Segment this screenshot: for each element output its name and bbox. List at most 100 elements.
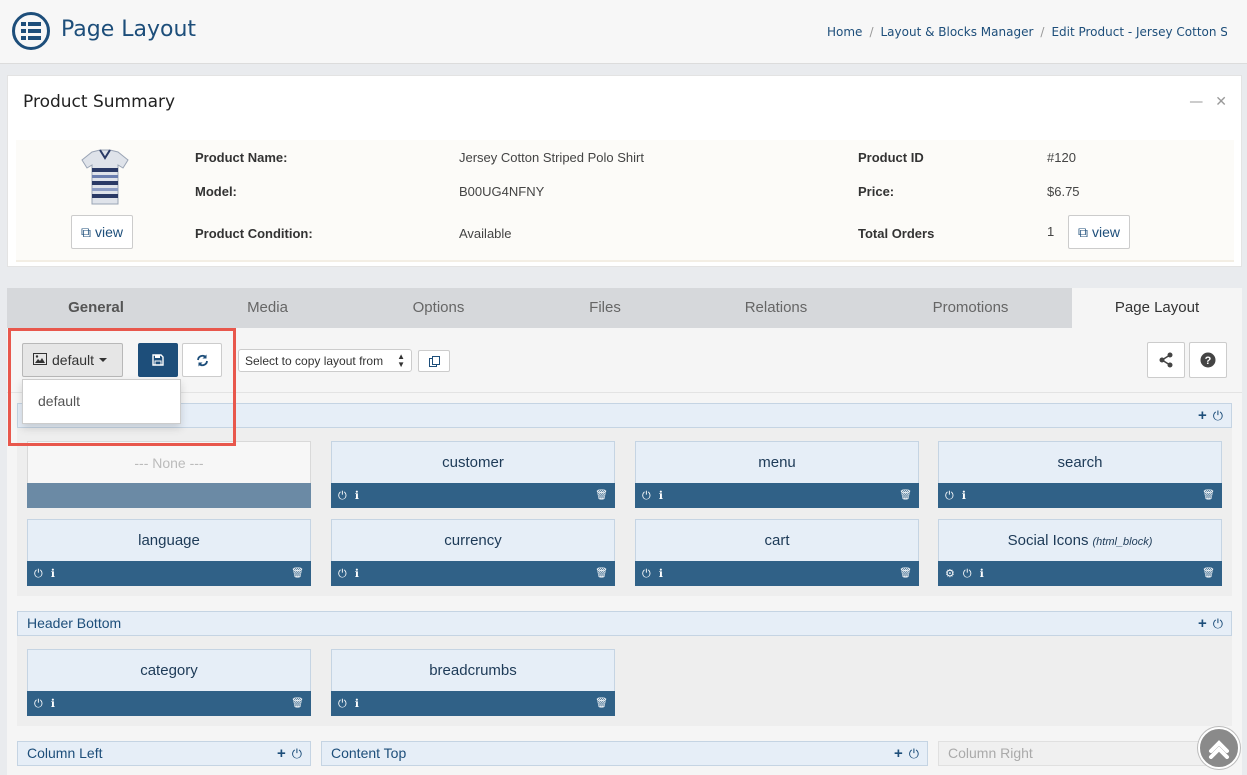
trash-icon[interactable]: 🗑 [595, 490, 608, 501]
price-label: Price: [858, 184, 895, 199]
question-icon: ? [1200, 352, 1216, 368]
view-orders-button[interactable]: ⧉ view [1068, 215, 1131, 249]
total-orders-label: Total Orders [858, 226, 935, 241]
block-none[interactable]: --- None --- [27, 441, 311, 508]
breadcrumb-home[interactable]: Home [827, 25, 862, 39]
list-icon [12, 12, 50, 50]
trash-icon[interactable]: 🗑 [899, 568, 912, 579]
power-icon[interactable]: ⏻ [1213, 612, 1223, 635]
layout-dropdown-value: default [52, 352, 95, 368]
tab-page-layout[interactable]: Page Layout [1072, 288, 1242, 328]
trash-icon[interactable]: 🗑 [899, 490, 912, 501]
power-icon[interactable]: ⏻ [34, 697, 43, 711]
info-icon[interactable]: ℹ [355, 489, 359, 502]
power-icon[interactable]: ⏻ [338, 567, 347, 581]
trash-icon[interactable]: 🗑 [1202, 568, 1215, 579]
tab-options[interactable]: Options [350, 288, 527, 328]
chevron-up-icon [1209, 740, 1229, 759]
scroll-to-top-button[interactable] [1198, 727, 1240, 769]
power-icon[interactable]: ⏻ [963, 567, 972, 581]
trash-icon[interactable]: 🗑 [595, 568, 608, 579]
refresh-button[interactable] [182, 343, 222, 377]
block-category[interactable]: category ⏻ ℹ 🗑 [27, 649, 311, 716]
layout-dropdown-menu: default [22, 379, 181, 424]
section-column-right: Column Right [938, 741, 1232, 766]
product-name-value: Jersey Cotton Striped Polo Shirt [459, 150, 644, 165]
refresh-icon [196, 354, 208, 366]
info-icon[interactable]: ℹ [659, 567, 663, 580]
section-header-top: + ⏻ [17, 403, 1232, 428]
add-block-icon[interactable]: + [1198, 404, 1207, 427]
product-name-label: Product Name: [195, 150, 288, 165]
trash-icon[interactable]: 🗑 [595, 698, 608, 709]
layout-option-default[interactable]: default [38, 393, 165, 409]
summary-title: Product Summary [23, 92, 176, 112]
block-customer[interactable]: customer ⏻ ℹ 🗑 [331, 441, 615, 508]
power-icon[interactable]: ⏻ [292, 742, 302, 765]
section-column-left: Column Left + ⏻ [17, 741, 311, 766]
copy-layout-button[interactable] [418, 350, 450, 372]
save-button[interactable] [138, 343, 178, 377]
block-social-icons[interactable]: Social Icons (html_block) ⚙ ⏻ ℹ 🗑 [938, 519, 1222, 586]
save-icon [152, 354, 164, 366]
power-icon[interactable]: ⏻ [338, 489, 347, 503]
caret-down-icon [99, 358, 108, 362]
add-block-icon[interactable]: + [894, 742, 903, 765]
section-header-bottom: Header Bottom + ⏻ [17, 611, 1232, 636]
minimize-icon[interactable]: — [1189, 94, 1203, 110]
trash-icon[interactable]: 🗑 [291, 568, 304, 579]
page-title: Page Layout [61, 17, 197, 42]
section-title: Column Left [27, 745, 103, 761]
info-icon[interactable]: ℹ [659, 489, 663, 502]
external-link-icon: ⧉ [1078, 223, 1088, 240]
add-block-icon[interactable]: + [1198, 612, 1207, 635]
power-icon[interactable]: ⏻ [34, 567, 43, 581]
block-cart[interactable]: cart ⏻ ℹ 🗑 [635, 519, 919, 586]
add-block-icon[interactable]: + [277, 742, 286, 765]
power-icon[interactable]: ⏻ [1213, 404, 1223, 427]
info-icon[interactable]: ℹ [51, 697, 55, 710]
gear-icon[interactable]: ⚙ [945, 567, 955, 580]
info-icon[interactable]: ℹ [355, 567, 359, 580]
power-icon[interactable]: ⏻ [945, 489, 954, 503]
layout-dropdown[interactable]: default [22, 343, 123, 377]
info-icon[interactable]: ℹ [51, 567, 55, 580]
tab-media[interactable]: Media [185, 288, 350, 328]
view-product-button[interactable]: ⧉ view [71, 215, 134, 249]
block-breadcrumbs[interactable]: breadcrumbs ⏻ ℹ 🗑 [331, 649, 615, 716]
breadcrumb-current: Edit Product - Jersey Cotton Stri [1051, 25, 1227, 39]
trash-icon[interactable]: 🗑 [291, 698, 304, 709]
block-type: (html_block) [1092, 536, 1153, 548]
product-id-label: Product ID [858, 150, 924, 165]
product-image [74, 148, 136, 208]
tab-files[interactable]: Files [527, 288, 683, 328]
info-icon[interactable]: ℹ [980, 567, 984, 580]
block-search[interactable]: search ⏻ ℹ 🗑 [938, 441, 1222, 508]
block-currency[interactable]: currency ⏻ ℹ 🗑 [331, 519, 615, 586]
share-button[interactable] [1147, 342, 1185, 378]
share-icon [1159, 352, 1173, 368]
model-label: Model: [195, 184, 237, 199]
block-title: Social Icons [1007, 532, 1089, 549]
section-title: Content Top [331, 745, 407, 761]
power-icon[interactable]: ⏻ [338, 697, 347, 711]
section-title: Column Right [948, 745, 1033, 761]
power-icon[interactable]: ⏻ [909, 742, 919, 765]
tab-promotions[interactable]: Promotions [869, 288, 1072, 328]
power-icon[interactable]: ⏻ [642, 567, 651, 581]
info-icon[interactable]: ℹ [355, 697, 359, 710]
close-icon[interactable]: ✕ [1215, 94, 1227, 110]
breadcrumb-layout-manager[interactable]: Layout & Blocks Manager [880, 25, 1033, 39]
trash-icon[interactable]: 🗑 [1202, 490, 1215, 501]
info-icon[interactable]: ℹ [962, 489, 966, 502]
help-button[interactable]: ? [1189, 342, 1227, 378]
svg-text:?: ? [1205, 355, 1212, 367]
power-icon[interactable]: ⏻ [642, 489, 651, 503]
tab-general[interactable]: General [7, 288, 185, 328]
top-bar: Page Layout Home / Layout & Blocks Manag… [0, 0, 1247, 64]
tab-relations[interactable]: Relations [683, 288, 869, 328]
block-menu[interactable]: menu ⏻ ℹ 🗑 [635, 441, 919, 508]
block-language[interactable]: language ⏻ ℹ 🗑 [27, 519, 311, 586]
section-content-top: Content Top + ⏻ [321, 741, 928, 766]
copy-layout-select[interactable]: Select to copy layout from ▲ ▼ [238, 349, 412, 372]
